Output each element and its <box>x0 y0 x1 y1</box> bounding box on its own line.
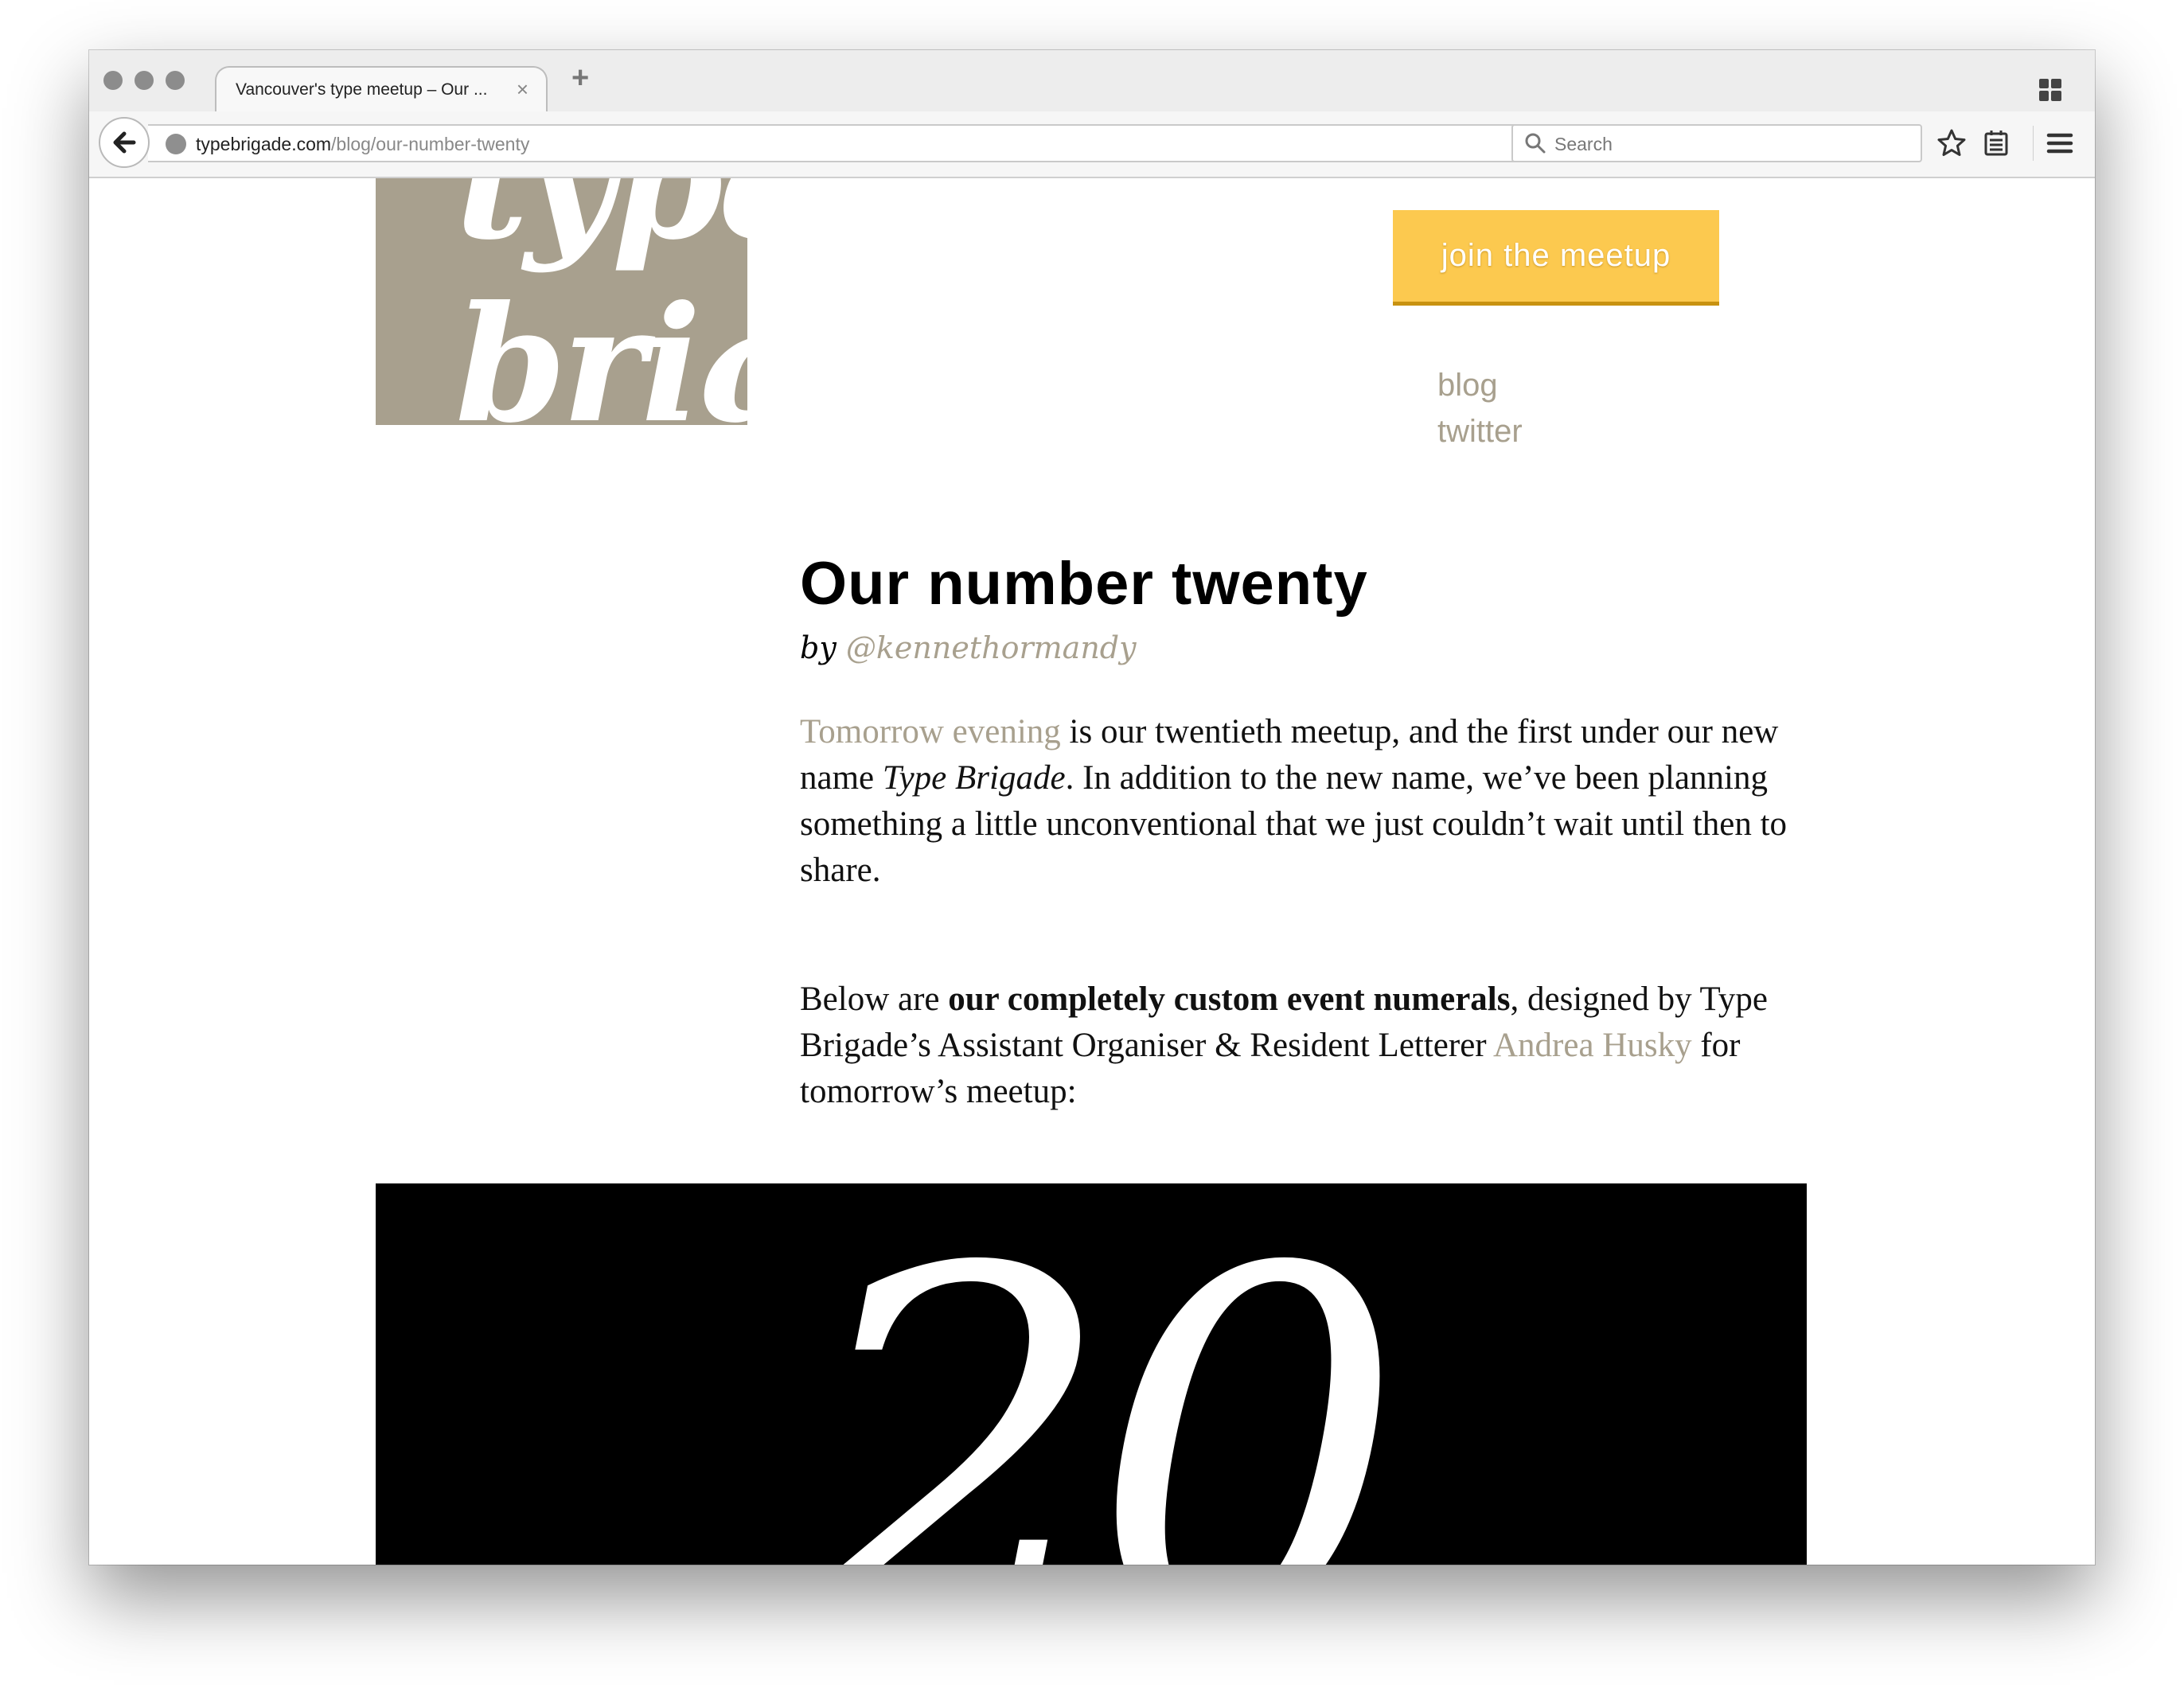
hero-numerals-image: 20 <box>376 1183 1807 1565</box>
minimize-window-button[interactable] <box>135 71 154 90</box>
article-title: Our number twenty <box>800 550 1368 618</box>
address-bar[interactable]: typebrigade.com/blog/our-number-twenty ▼… <box>148 124 1595 162</box>
navigation-toolbar: typebrigade.com/blog/our-number-twenty ▼… <box>89 111 2095 178</box>
web-page: type brig join the meetup blog twitter O… <box>89 178 2095 1565</box>
byline-label: by <box>800 630 837 665</box>
zoom-window-button[interactable] <box>166 71 185 90</box>
paragraph-numerals: Below are our completely custom event nu… <box>800 977 1803 1115</box>
andrea-husky-link[interactable]: Andrea Husky <box>1493 1027 1692 1064</box>
search-input[interactable] <box>1553 132 1906 156</box>
close-window-button[interactable] <box>103 71 123 90</box>
logo-text-line-2: brig <box>455 271 747 426</box>
site-logo[interactable]: type brig <box>376 178 747 425</box>
nav-link-twitter[interactable]: twitter <box>1437 414 1523 450</box>
custom-numerals-strong: our completely custom event numerals <box>948 981 1511 1018</box>
new-tab-button[interactable]: + <box>571 61 589 96</box>
tab-groups-icon[interactable] <box>2039 79 2061 101</box>
globe-icon <box>166 134 186 154</box>
back-arrow-icon <box>113 131 136 154</box>
search-bar[interactable] <box>1511 124 1922 162</box>
url-path: /blog/our-number-twenty <box>331 134 530 154</box>
tab-active[interactable]: Vancouver's type meetup – Our ... × <box>215 66 548 111</box>
menu-icon[interactable] <box>2044 127 2076 159</box>
paragraph-intro: Tomorrow evening is our twentieth meetup… <box>800 709 1803 894</box>
tomorrow-evening-link[interactable]: Tomorrow evening <box>800 713 1061 750</box>
url-text[interactable]: typebrigade.com/blog/our-number-twenty <box>196 134 529 155</box>
url-host: typebrigade.com <box>196 134 332 154</box>
back-button[interactable] <box>99 117 150 168</box>
tab-close-icon[interactable]: × <box>517 77 528 102</box>
numerals-text-a: Below are <box>800 981 949 1018</box>
join-meetup-button[interactable]: join the meetup <box>1393 210 1719 306</box>
tab-bar: Vancouver's type meetup – Our ... × + <box>89 50 2095 111</box>
search-icon <box>1525 133 1546 154</box>
tab-title: Vancouver's type meetup – Our ... <box>236 80 488 99</box>
byline: by @kennethormandy <box>800 630 1137 665</box>
logo-text-line-1: type <box>455 178 747 275</box>
hero-numeral-text: 20 <box>801 1183 1406 1565</box>
reading-list-icon[interactable] <box>1980 127 2012 159</box>
nav-link-blog[interactable]: blog <box>1437 368 1498 404</box>
author-link[interactable]: @kennethormandy <box>846 630 1137 665</box>
type-brigade-emphasis: Type Brigade <box>882 759 1066 797</box>
toolbar-separator <box>2033 126 2034 161</box>
browser-window: Vancouver's type meetup – Our ... × + ty… <box>89 50 2095 1565</box>
bookmark-star-icon[interactable] <box>1936 127 1968 159</box>
